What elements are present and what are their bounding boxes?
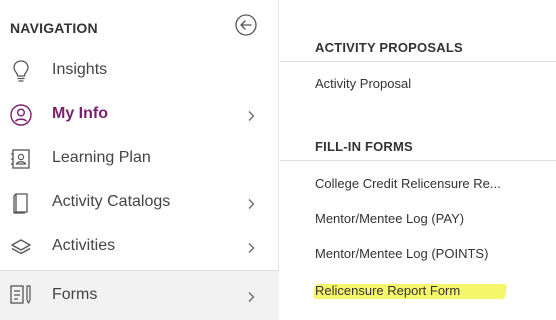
chevron-right-icon <box>246 109 256 121</box>
link-activity-proposal[interactable]: Activity Proposal <box>315 76 411 91</box>
nav-item-forms[interactable]: Forms <box>0 270 279 320</box>
link-college-credit-relicensure[interactable]: College Credit Relicensure Re... <box>315 176 501 191</box>
navigation-title: NAVIGATION <box>10 20 98 36</box>
chevron-right-icon <box>246 197 256 209</box>
book-icon <box>8 191 34 215</box>
link-mentor-mentee-log-pay[interactable]: Mentor/Mentee Log (PAY) <box>315 211 464 226</box>
section-title-activity-proposals: ACTIVITY PROPOSALS <box>315 40 463 55</box>
section-divider <box>280 61 556 62</box>
navigation-header: NAVIGATION <box>0 0 279 48</box>
collapse-navigation-button[interactable] <box>234 13 258 37</box>
chevron-right-icon <box>246 241 256 253</box>
user-circle-icon <box>8 103 34 127</box>
nav-item-label: Learning Plan <box>52 149 151 166</box>
nav-item-label: Activities <box>52 237 116 254</box>
section-divider <box>280 160 556 161</box>
navigation-sidebar: NAVIGATION Insights My Info Learning Pla… <box>0 0 279 320</box>
arrow-left-circle-icon <box>235 14 257 36</box>
nav-item-label: Insights <box>52 61 108 78</box>
nav-item-my-info[interactable]: My Info <box>0 93 279 137</box>
nav-item-activity-catalogs[interactable]: Activity Catalogs <box>0 181 279 225</box>
link-mentor-mentee-log-points[interactable]: Mentor/Mentee Log (POINTS) <box>315 246 488 261</box>
lightbulb-icon <box>8 59 34 83</box>
nav-item-label: My Info <box>52 105 108 122</box>
forms-submenu-panel: ACTIVITY PROPOSALS Activity Proposal FIL… <box>280 0 556 320</box>
link-relicensure-report-form[interactable]: Relicensure Report Form <box>315 283 460 298</box>
nav-item-insights[interactable]: Insights <box>0 49 279 93</box>
nav-item-learning-plan[interactable]: Learning Plan <box>0 137 279 181</box>
nav-item-label: Forms <box>52 286 98 303</box>
section-title-fill-in-forms: FILL-IN FORMS <box>315 139 413 154</box>
nav-item-label: Activity Catalogs <box>52 193 171 210</box>
layers-icon <box>8 235 34 259</box>
contact-card-icon <box>8 147 34 171</box>
nav-item-activities[interactable]: Activities <box>0 225 279 269</box>
form-icon <box>8 283 34 307</box>
chevron-right-icon <box>246 290 256 302</box>
